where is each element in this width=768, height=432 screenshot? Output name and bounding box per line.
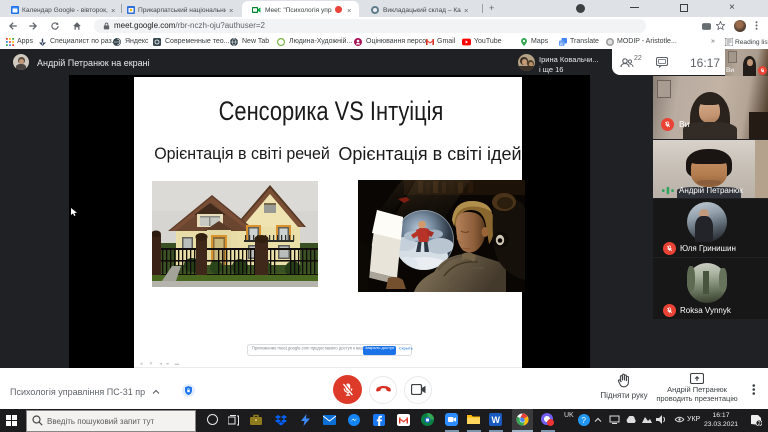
svg-text:?: ? bbox=[582, 416, 587, 425]
svg-text:д: д bbox=[560, 41, 563, 46]
svg-text:2: 2 bbox=[758, 421, 761, 426]
